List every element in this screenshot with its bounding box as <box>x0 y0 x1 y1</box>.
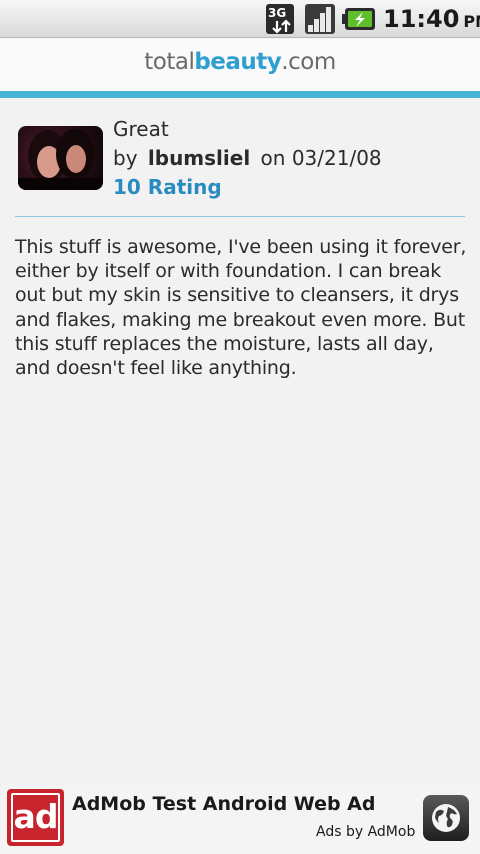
header-accent-bar <box>0 91 480 98</box>
clock: 11:40PM <box>383 4 480 34</box>
admob-logo: ad <box>7 789 64 846</box>
logo-beauty: beauty <box>194 49 282 75</box>
admob-logo-text: ad <box>11 793 60 842</box>
review-author[interactable]: lbumsliel <box>148 146 250 170</box>
signal-strength-icon <box>305 4 335 34</box>
app-header: totalbeauty.com <box>0 39 480 91</box>
svg-text:3G: 3G <box>268 6 286 20</box>
logo-total: total <box>144 49 195 75</box>
globe-glyph <box>432 804 460 832</box>
ad-banner[interactable]: ad AdMob Test Android Web Ad Ads by AdMo… <box>0 786 480 854</box>
totalbeauty-logo[interactable]: totalbeauty.com <box>0 49 480 75</box>
reviewer-avatar[interactable] <box>18 126 103 190</box>
globe-icon[interactable] <box>423 795 469 841</box>
ad-title[interactable]: AdMob Test Android Web Ad <box>72 793 375 815</box>
clock-time: 11:40 <box>383 5 460 33</box>
review-byline: by lbumsliel on 03/21/08 <box>113 146 382 170</box>
review-date: 03/21/08 <box>291 146 382 170</box>
status-bar: 3G 11:40PM <box>0 0 480 38</box>
by-label: by <box>113 146 138 170</box>
clock-ampm: PM <box>463 12 480 31</box>
review-title: Great <box>113 117 169 141</box>
review-rating: 10 Rating <box>113 175 222 199</box>
battery-charging-icon <box>342 8 375 30</box>
3g-data-icon: 3G <box>266 4 294 34</box>
review-body: This stuff is awesome, I've been using i… <box>15 236 467 380</box>
review-divider <box>15 216 465 217</box>
avatar-photo <box>18 129 103 190</box>
logo-dotcom: .com <box>281 49 336 75</box>
ad-attribution: Ads by AdMob <box>316 824 416 840</box>
on-label: on <box>260 146 286 170</box>
